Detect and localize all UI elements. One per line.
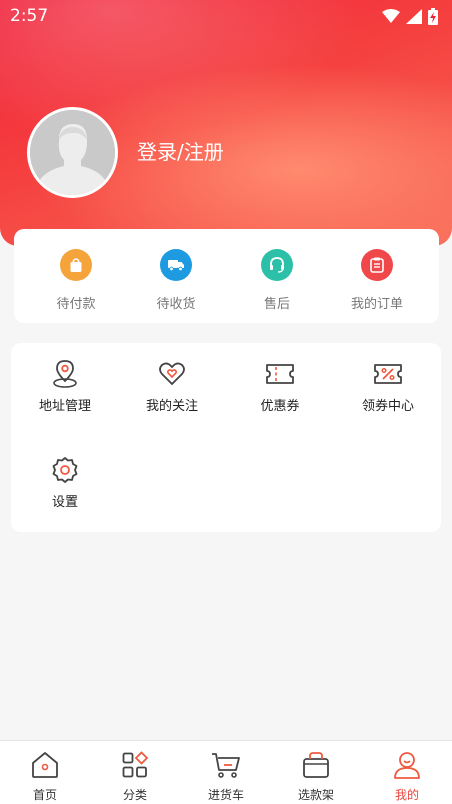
order-label: 待收货	[156, 297, 196, 312]
category-grid-icon	[90, 749, 180, 781]
tool-label: 地址管理	[38, 399, 91, 414]
headset-icon	[261, 249, 293, 281]
tab-home[interactable]: 首页	[0, 749, 90, 803]
signal-icon	[406, 8, 422, 24]
tool-label: 优惠券	[260, 399, 300, 414]
tools-card: 地址管理 我的关注 优惠券 领券中心 设置	[11, 343, 441, 532]
tab-label: 我的	[394, 788, 419, 802]
order-pending-receipt[interactable]: 待收货	[126, 249, 226, 312]
tool-coupons[interactable]: 优惠券	[230, 359, 330, 414]
status-bar: 2:57	[0, 0, 452, 32]
heart-icon	[122, 359, 222, 389]
order-label: 售后	[263, 297, 290, 312]
default-avatar-icon	[30, 110, 115, 195]
order-list-icon	[361, 249, 393, 281]
location-pin-icon	[15, 359, 115, 389]
basket-icon	[271, 749, 361, 781]
tool-label: 设置	[51, 495, 78, 510]
shopping-bag-icon	[60, 249, 92, 281]
percent-ticket-icon	[338, 359, 438, 389]
tool-label: 我的关注	[145, 399, 198, 414]
tool-coupon-center[interactable]: 领券中心	[338, 359, 438, 414]
orders-card: 待付款 待收货 售后 我的订单	[14, 229, 439, 323]
user-icon	[362, 749, 452, 781]
avatar[interactable]	[27, 107, 118, 198]
tab-label: 进货车	[207, 788, 244, 802]
gear-icon	[15, 455, 115, 485]
tool-settings[interactable]: 设置	[15, 455, 115, 510]
tab-label: 首页	[32, 788, 57, 802]
status-time: 2:57	[10, 6, 49, 26]
order-after-sales[interactable]: 售后	[227, 249, 327, 312]
tool-label: 领券中心	[361, 399, 414, 414]
status-icons	[382, 7, 438, 25]
coupon-icon	[230, 359, 330, 389]
tool-my-follows[interactable]: 我的关注	[122, 359, 222, 414]
tool-address-management[interactable]: 地址管理	[15, 359, 115, 414]
wifi-icon	[382, 9, 400, 23]
home-icon	[0, 749, 90, 781]
delivery-truck-icon	[160, 249, 192, 281]
login-register-link[interactable]: 登录/注册	[137, 136, 224, 165]
order-my-orders[interactable]: 我的订单	[327, 249, 427, 312]
tab-cart[interactable]: 进货车	[181, 749, 271, 803]
tab-label: 分类	[122, 788, 147, 802]
cart-icon	[181, 749, 271, 781]
tab-selection-shelf[interactable]: 选款架	[271, 749, 361, 803]
tab-mine[interactable]: 我的	[362, 749, 452, 803]
battery-icon	[428, 7, 438, 25]
order-label: 待付款	[56, 297, 96, 312]
tab-category[interactable]: 分类	[90, 749, 180, 803]
bottom-tab-bar: 首页 分类 进货车 选款架 我的	[0, 740, 452, 804]
order-pending-payment[interactable]: 待付款	[26, 249, 126, 312]
tab-label: 选款架	[297, 788, 334, 802]
order-label: 我的订单	[350, 297, 403, 312]
